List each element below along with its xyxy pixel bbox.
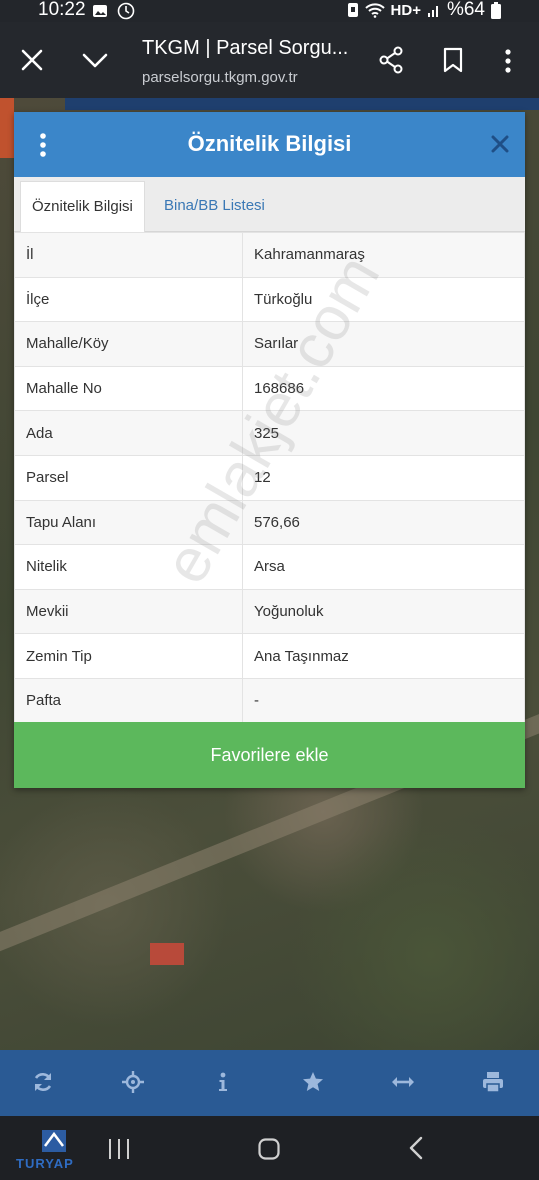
attribute-key: Zemin Tip — [14, 633, 243, 679]
notification-icons — [92, 0, 135, 20]
table-row: Mevkii Yoğunoluk — [14, 588, 525, 635]
attribute-value: Yoğunoluk — [242, 588, 525, 635]
wifi-icon — [364, 3, 385, 18]
turyap-logo-text: TURYAP — [16, 1156, 74, 1171]
home-icon[interactable] — [258, 1138, 280, 1160]
attribute-key: İl — [14, 232, 243, 278]
tab-attributes[interactable]: Öznitelik Bilgisi — [20, 181, 145, 232]
map-feature — [65, 98, 539, 110]
close-tab-icon[interactable] — [20, 48, 44, 72]
attribute-value: Arsa — [242, 544, 525, 590]
attribute-value: 168686 — [242, 365, 525, 412]
table-row: İl Kahramanmaraş — [14, 232, 525, 278]
clock-icon — [117, 2, 135, 19]
attribute-value: Ana Taşınmaz — [242, 633, 525, 679]
dialog-title: Öznitelik Bilgisi — [187, 131, 352, 156]
attribute-key: Parsel — [14, 454, 243, 501]
table-row: Ada 325 — [14, 410, 525, 456]
attribute-key: Mahalle/Köy — [14, 321, 243, 367]
attribute-value: 12 — [242, 454, 525, 501]
attribute-value: Kahramanmaraş — [242, 232, 525, 278]
page-title[interactable]: TKGM | Parsel Sorgu... — [142, 37, 348, 60]
battery-icon — [491, 1, 501, 19]
table-row: Mahalle No 168686 — [14, 365, 525, 412]
status-right: HD+ %64 — [347, 0, 501, 21]
status-bar: 10:22 HD+ %64 — [0, 0, 539, 22]
refresh-icon[interactable] — [31, 1070, 55, 1094]
dialog-tabs: Öznitelik Bilgisi Bina/BB Listesi — [14, 177, 525, 232]
star-icon[interactable] — [301, 1070, 325, 1094]
attribute-key: Mevkii — [14, 588, 243, 635]
browser-toolbar: TKGM | Parsel Sorgu... parselsorgu.tkgm.… — [0, 22, 539, 98]
attribute-dialog: Öznitelik Bilgisi Öznitelik Bilgisi Bina… — [14, 112, 525, 788]
measure-icon[interactable] — [391, 1070, 415, 1094]
page-url[interactable]: parselsorgu.tkgm.gov.tr — [142, 69, 298, 86]
attribute-key: Nitelik — [14, 544, 243, 590]
attribute-key: Mahalle No — [14, 365, 243, 412]
table-row: Nitelik Arsa — [14, 544, 525, 590]
recents-icon[interactable] — [107, 1138, 131, 1160]
attribute-value: 325 — [242, 410, 525, 456]
turyap-logo-mark — [42, 1130, 66, 1152]
attribute-table: İl Kahramanmaraş İlçe Türkoğlu Mahalle/Köy Sa… — [14, 232, 525, 724]
more-menu-icon[interactable] — [500, 48, 516, 74]
table-row: İlçe Türkoğlu — [14, 276, 525, 323]
chevron-down-icon[interactable] — [82, 50, 108, 70]
table-row: Parsel 12 — [14, 454, 525, 501]
alarm-icon — [347, 3, 358, 17]
table-row: Zemin Tip Ana Taşınmaz — [14, 633, 525, 679]
table-row: Pafta - — [14, 677, 525, 724]
map-feature — [0, 98, 14, 158]
turyap-logo: TURYAP — [14, 1124, 94, 1172]
attribute-key: Tapu Alanı — [14, 499, 243, 546]
battery-percent: %64 — [446, 0, 485, 20]
info-icon[interactable] — [211, 1070, 235, 1094]
attribute-key: Ada — [14, 410, 243, 456]
dialog-header: Öznitelik Bilgisi — [14, 112, 525, 177]
attribute-value: 576,66 — [242, 499, 525, 546]
tab-building-list[interactable]: Bina/BB Listesi — [153, 181, 276, 231]
status-time: 10:22 — [38, 0, 86, 20]
map-toolbar — [0, 1050, 539, 1116]
share-icon[interactable] — [378, 46, 404, 74]
print-icon[interactable] — [481, 1070, 505, 1094]
bookmark-icon[interactable] — [442, 47, 464, 73]
close-icon[interactable] — [491, 135, 509, 153]
attribute-key: İlçe — [14, 276, 243, 323]
gallery-icon — [93, 4, 107, 17]
attribute-value: Türkoğlu — [242, 276, 525, 323]
signal-icon — [427, 6, 438, 17]
network-type: HD+ — [390, 1, 421, 19]
attribute-key: Pafta — [14, 677, 243, 724]
add-favorite-button[interactable]: Favorilere ekle — [14, 722, 525, 788]
back-icon[interactable] — [408, 1136, 424, 1160]
system-nav-bar: TURYAP — [0, 1116, 539, 1180]
table-row: Tapu Alanı 576,66 — [14, 499, 525, 546]
attribute-value: Sarılar — [242, 321, 525, 367]
table-row: Mahalle/Köy Sarılar — [14, 321, 525, 367]
map-building — [150, 943, 184, 965]
attribute-value: - — [242, 677, 525, 724]
locate-icon[interactable] — [121, 1070, 145, 1094]
